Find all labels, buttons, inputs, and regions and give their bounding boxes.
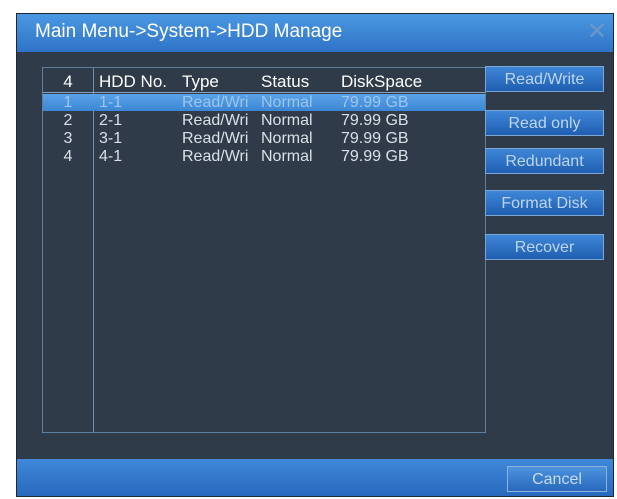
row-status: Normal xyxy=(261,112,313,129)
row-disk-space: 79.99 GB xyxy=(341,112,409,129)
row-type: Read/Wri xyxy=(182,94,249,111)
row-status: Normal xyxy=(261,94,313,111)
row-disk-space: 79.99 GB xyxy=(341,130,409,147)
row-index: 4 xyxy=(63,148,73,165)
header-disk-space: DiskSpace xyxy=(341,72,423,91)
row-hdd-no: 4-1 xyxy=(99,148,123,165)
row-status: Normal xyxy=(261,130,313,147)
row-status: Normal xyxy=(261,148,313,165)
title-bar: Main Menu->System->HDD Manage ✕ xyxy=(17,14,613,52)
read-write-button[interactable]: Read/Write xyxy=(485,66,604,92)
hdd-manage-window: Main Menu->System->HDD Manage ✕ 4 HDD No… xyxy=(17,14,613,496)
format-disk-button[interactable]: Format Disk xyxy=(485,190,604,216)
table-row[interactable]: 1 1-1 Read/Wri Normal 79.99 GB xyxy=(43,94,485,111)
redundant-button[interactable]: Redundant xyxy=(485,148,604,174)
row-disk-space: 79.99 GB xyxy=(341,148,409,165)
table-row[interactable]: 2 2-1 Read/Wri Normal 79.99 GB xyxy=(43,112,485,129)
row-hdd-no: 1-1 xyxy=(99,94,123,111)
row-hdd-no: 2-1 xyxy=(99,112,123,129)
row-type: Read/Wri xyxy=(182,130,249,147)
footer-bar: Cancel xyxy=(17,459,613,496)
header-hdd-no: HDD No. xyxy=(99,72,168,91)
row-type: Read/Wri xyxy=(182,148,249,165)
row-index: 1 xyxy=(63,94,73,111)
recover-button[interactable]: Recover xyxy=(485,234,604,260)
row-index: 2 xyxy=(63,112,73,129)
table-header: 4 HDD No. Type Status DiskSpace xyxy=(43,72,485,91)
header-status: Status xyxy=(261,72,310,91)
cancel-button[interactable]: Cancel xyxy=(507,466,607,492)
hdd-table: 4 HDD No. Type Status DiskSpace 1 1-1 Re… xyxy=(42,67,486,433)
row-disk-space: 79.99 GB xyxy=(341,94,409,111)
read-only-button[interactable]: Read only xyxy=(485,110,604,136)
row-hdd-no: 3-1 xyxy=(99,130,123,147)
header-count: 4 xyxy=(63,72,73,91)
row-index: 3 xyxy=(63,130,73,147)
close-icon[interactable]: ✕ xyxy=(587,20,607,44)
table-row[interactable]: 3 3-1 Read/Wri Normal 79.99 GB xyxy=(43,130,485,147)
table-row[interactable]: 4 4-1 Read/Wri Normal 79.99 GB xyxy=(43,148,485,165)
row-type: Read/Wri xyxy=(182,112,249,129)
window-title: Main Menu->System->HDD Manage xyxy=(35,21,343,42)
header-separator xyxy=(43,92,485,93)
header-type: Type xyxy=(182,72,219,91)
